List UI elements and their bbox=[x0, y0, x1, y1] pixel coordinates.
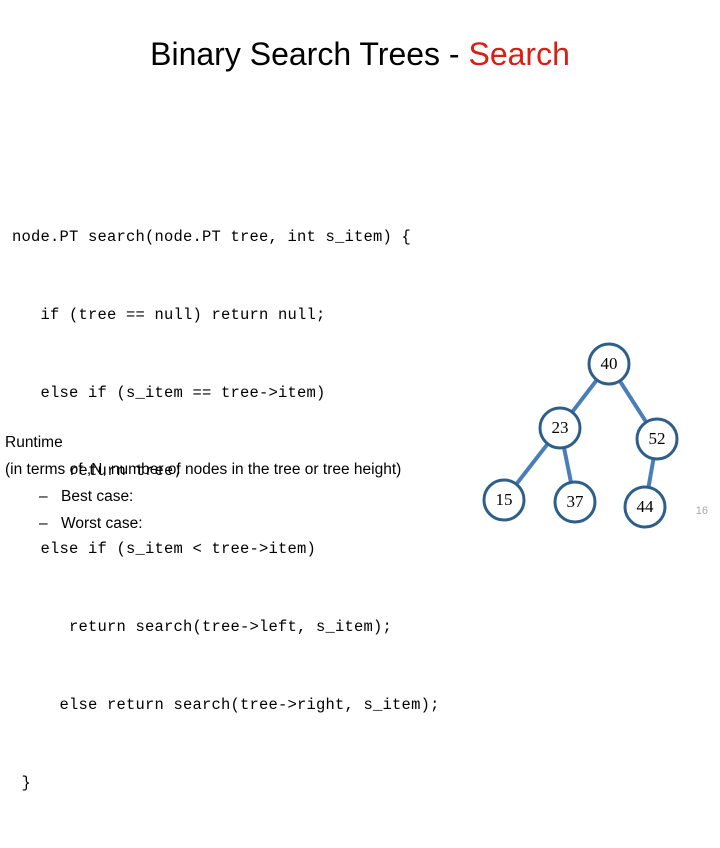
tree-edge bbox=[513, 440, 551, 488]
title-accent-text: Search bbox=[468, 36, 570, 72]
runtime-bullet-worst-case: – Worst case: bbox=[5, 510, 401, 537]
code-line: if (tree == null) return null; bbox=[12, 306, 326, 324]
binary-search-tree-diagram: 40 23 52 15 37 44 bbox=[470, 335, 720, 540]
tree-node-23[interactable] bbox=[538, 406, 582, 450]
runtime-bullet-label: Best case: bbox=[61, 488, 134, 505]
tree-edge bbox=[646, 454, 656, 492]
runtime-section: Runtime (in terms of ,N, number of nodes… bbox=[5, 429, 401, 537]
page-title: Binary Search Trees - Search bbox=[0, 33, 720, 75]
code-line: return search(tree->left, s_item); bbox=[12, 618, 393, 636]
page-number: 16 bbox=[695, 505, 708, 517]
runtime-heading: Runtime bbox=[5, 434, 63, 451]
tree-node-circles bbox=[482, 342, 679, 529]
tree-svg bbox=[482, 342, 679, 529]
code-line: else if (s_item == tree->item) bbox=[12, 384, 326, 402]
tree-edge bbox=[616, 377, 650, 426]
tree-node-40[interactable] bbox=[587, 342, 631, 386]
tree-node-15[interactable] bbox=[482, 478, 526, 522]
code-line: else return search(tree->right, s_item); bbox=[12, 696, 440, 714]
tree-node-44[interactable] bbox=[623, 485, 667, 529]
runtime-bullet-label: Worst case: bbox=[61, 515, 143, 532]
slide: Binary Search Trees - Search node.PT sea… bbox=[0, 0, 720, 792]
tree-node-52[interactable] bbox=[635, 417, 679, 461]
runtime-bullet-best-case: – Best case: bbox=[5, 483, 401, 510]
tree-edge bbox=[561, 443, 574, 487]
tree-edge bbox=[568, 376, 601, 416]
code-line: } bbox=[12, 774, 32, 792]
bullet-dash-icon: – bbox=[39, 515, 48, 532]
bullet-dash-icon: – bbox=[39, 488, 48, 505]
tree-node-37[interactable] bbox=[553, 480, 597, 524]
title-main-text: Binary Search Trees - bbox=[150, 36, 469, 72]
tree-edges bbox=[513, 376, 656, 492]
runtime-subtitle: (in terms of ,N, number of nodes in the … bbox=[5, 461, 402, 478]
code-line: node.PT search(node.PT tree, int s_item)… bbox=[12, 228, 412, 246]
